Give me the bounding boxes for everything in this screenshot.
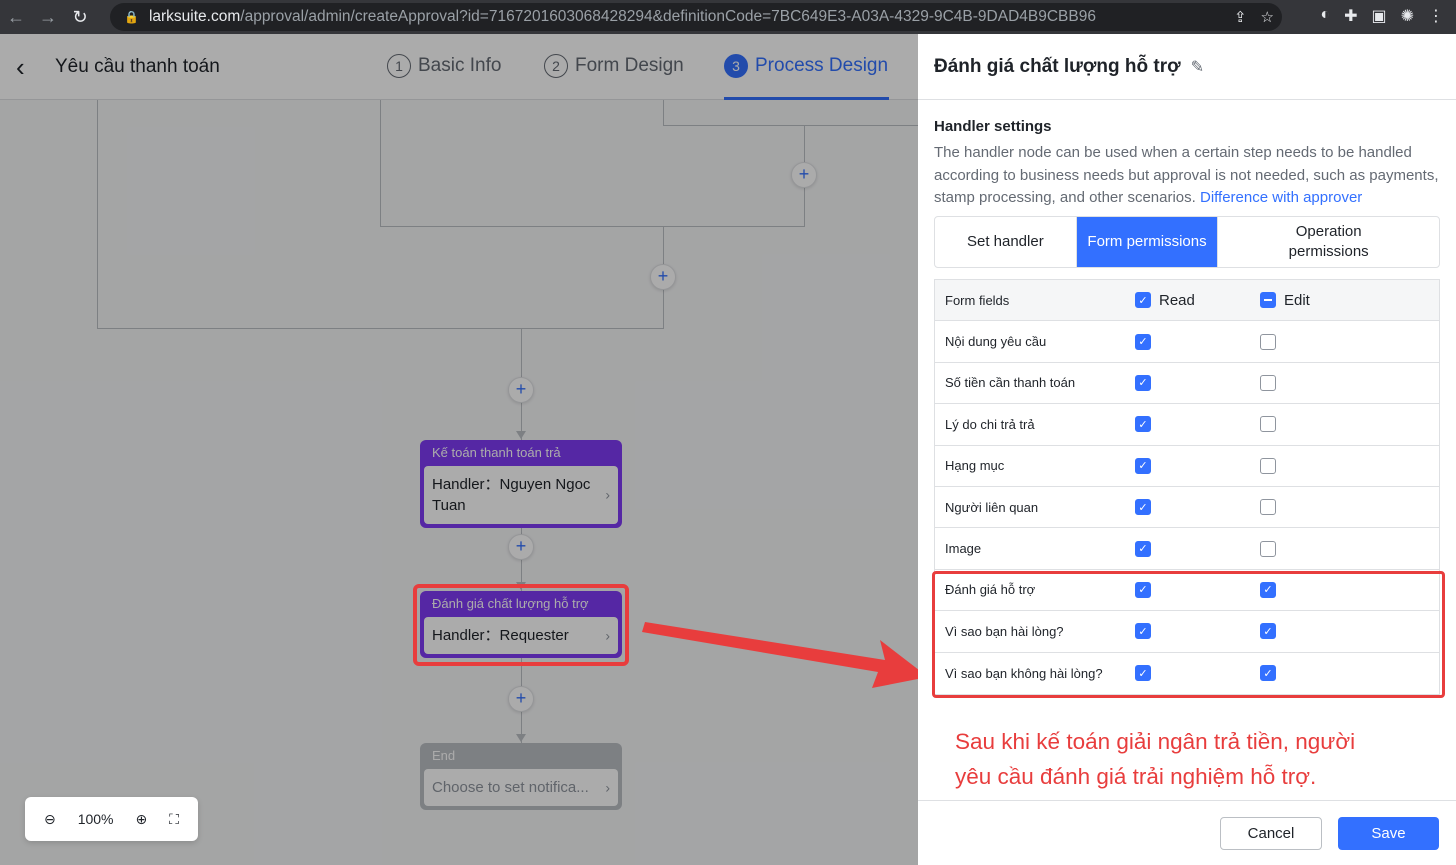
highlight-box-node [413, 584, 629, 666]
field-name: Hạng mục [945, 458, 1005, 474]
puzzle-icon[interactable]: ✚ [1344, 6, 1357, 26]
table-row: Người liên quan ✓ [935, 487, 1439, 529]
url-path: /approval/admin/createApproval?id=716720… [240, 8, 1096, 25]
edit-checkbox[interactable] [1260, 540, 1276, 557]
read-checkbox[interactable]: ✓ [1135, 457, 1151, 474]
section-description: The handler node can be used when a cert… [934, 144, 1439, 206]
tab-set-handler[interactable]: Set handler [935, 217, 1077, 267]
sidebar-icon[interactable]: ▣ [1371, 6, 1386, 26]
share-icon[interactable]: ⇪ [1234, 8, 1247, 26]
tab-form-permissions[interactable]: Form permissions [1076, 217, 1219, 267]
modal-backdrop[interactable] [0, 34, 918, 865]
edit-all-checkbox[interactable] [1260, 292, 1276, 309]
field-name: Nội dung yêu cầu [945, 334, 1047, 350]
edit-checkbox[interactable] [1260, 416, 1276, 433]
lock-icon: 🔒 [124, 10, 139, 24]
reload-icon[interactable]: ↻ [64, 7, 96, 28]
back-arrow-icon[interactable]: ← [0, 7, 32, 28]
fit-screen-icon[interactable]: ⛶ [169, 811, 179, 828]
table-row: Hạng mục ✓ [935, 446, 1439, 487]
panel-title: Đánh giá chất lượng hỗ trợ ✎ [934, 56, 1205, 77]
section-title: Handler settings [934, 118, 1052, 135]
tab-operation-permissions[interactable]: Operation permissions [1218, 217, 1439, 267]
field-name: Image [945, 541, 982, 557]
read-checkbox[interactable]: ✓ [1135, 416, 1151, 433]
table-row: Số tiền cần thanh toán ✓ [935, 363, 1439, 405]
url-host: larksuite.com [148, 8, 241, 25]
panel-footer: Cancel Save [918, 800, 1456, 865]
zoom-controls: ⊖ 100% ⊕ ⛶ [25, 797, 198, 841]
edit-checkbox[interactable] [1260, 333, 1276, 350]
browser-toolbar: ← → ↻ 🔒 larksuite.com/approval/admin/cre… [0, 0, 1456, 34]
table-row: Image ✓ [935, 528, 1439, 570]
menu-dots-icon[interactable]: ⋮ [1428, 6, 1444, 26]
zoom-level: 100% [77, 811, 114, 827]
save-button[interactable]: Save [1338, 817, 1439, 850]
edit-checkbox[interactable] [1260, 374, 1276, 391]
read-checkbox[interactable]: ✓ [1135, 499, 1151, 516]
table-header: Form fields ✓ Read Edit [935, 280, 1439, 322]
edit-pencil-icon[interactable]: ✎ [1191, 59, 1204, 76]
zoom-in-icon[interactable]: ⊕ [135, 811, 147, 828]
read-all-checkbox[interactable]: ✓ [1135, 292, 1151, 309]
profile-avatar-icon[interactable]: ✺ [1401, 6, 1414, 26]
edit-checkbox[interactable] [1260, 499, 1276, 516]
bookmark-star-icon[interactable]: ☆ [1261, 8, 1274, 26]
read-checkbox[interactable]: ✓ [1135, 374, 1151, 391]
extension-icon[interactable]: ◐ [1320, 6, 1330, 26]
field-name: Người liên quan [945, 499, 1039, 515]
annotation-text: Sau khi kế toán giải ngân trả tiền, ngườ… [955, 729, 1356, 789]
table-row: Lý do chi trả trả ✓ [935, 404, 1439, 446]
field-name: Lý do chi trả trả [945, 416, 1035, 432]
difference-link[interactable]: Difference with approver [1200, 189, 1362, 206]
address-bar[interactable]: 🔒 larksuite.com/approval/admin/createApp… [110, 3, 1282, 31]
forward-arrow-icon[interactable]: → [32, 7, 64, 28]
cancel-button[interactable]: Cancel [1220, 817, 1322, 850]
read-checkbox[interactable]: ✓ [1135, 540, 1151, 557]
edit-checkbox[interactable] [1260, 457, 1276, 474]
settings-tabs: Set handler Form permissions Operation p… [934, 216, 1440, 268]
highlight-box-rows [932, 571, 1445, 698]
annotation-arrow-icon [642, 622, 928, 688]
table-row: Nội dung yêu cầu ✓ [935, 321, 1439, 363]
field-name: Số tiền cần thanh toán [945, 375, 1076, 391]
read-checkbox[interactable]: ✓ [1135, 333, 1151, 350]
zoom-out-icon[interactable]: ⊖ [44, 811, 56, 828]
